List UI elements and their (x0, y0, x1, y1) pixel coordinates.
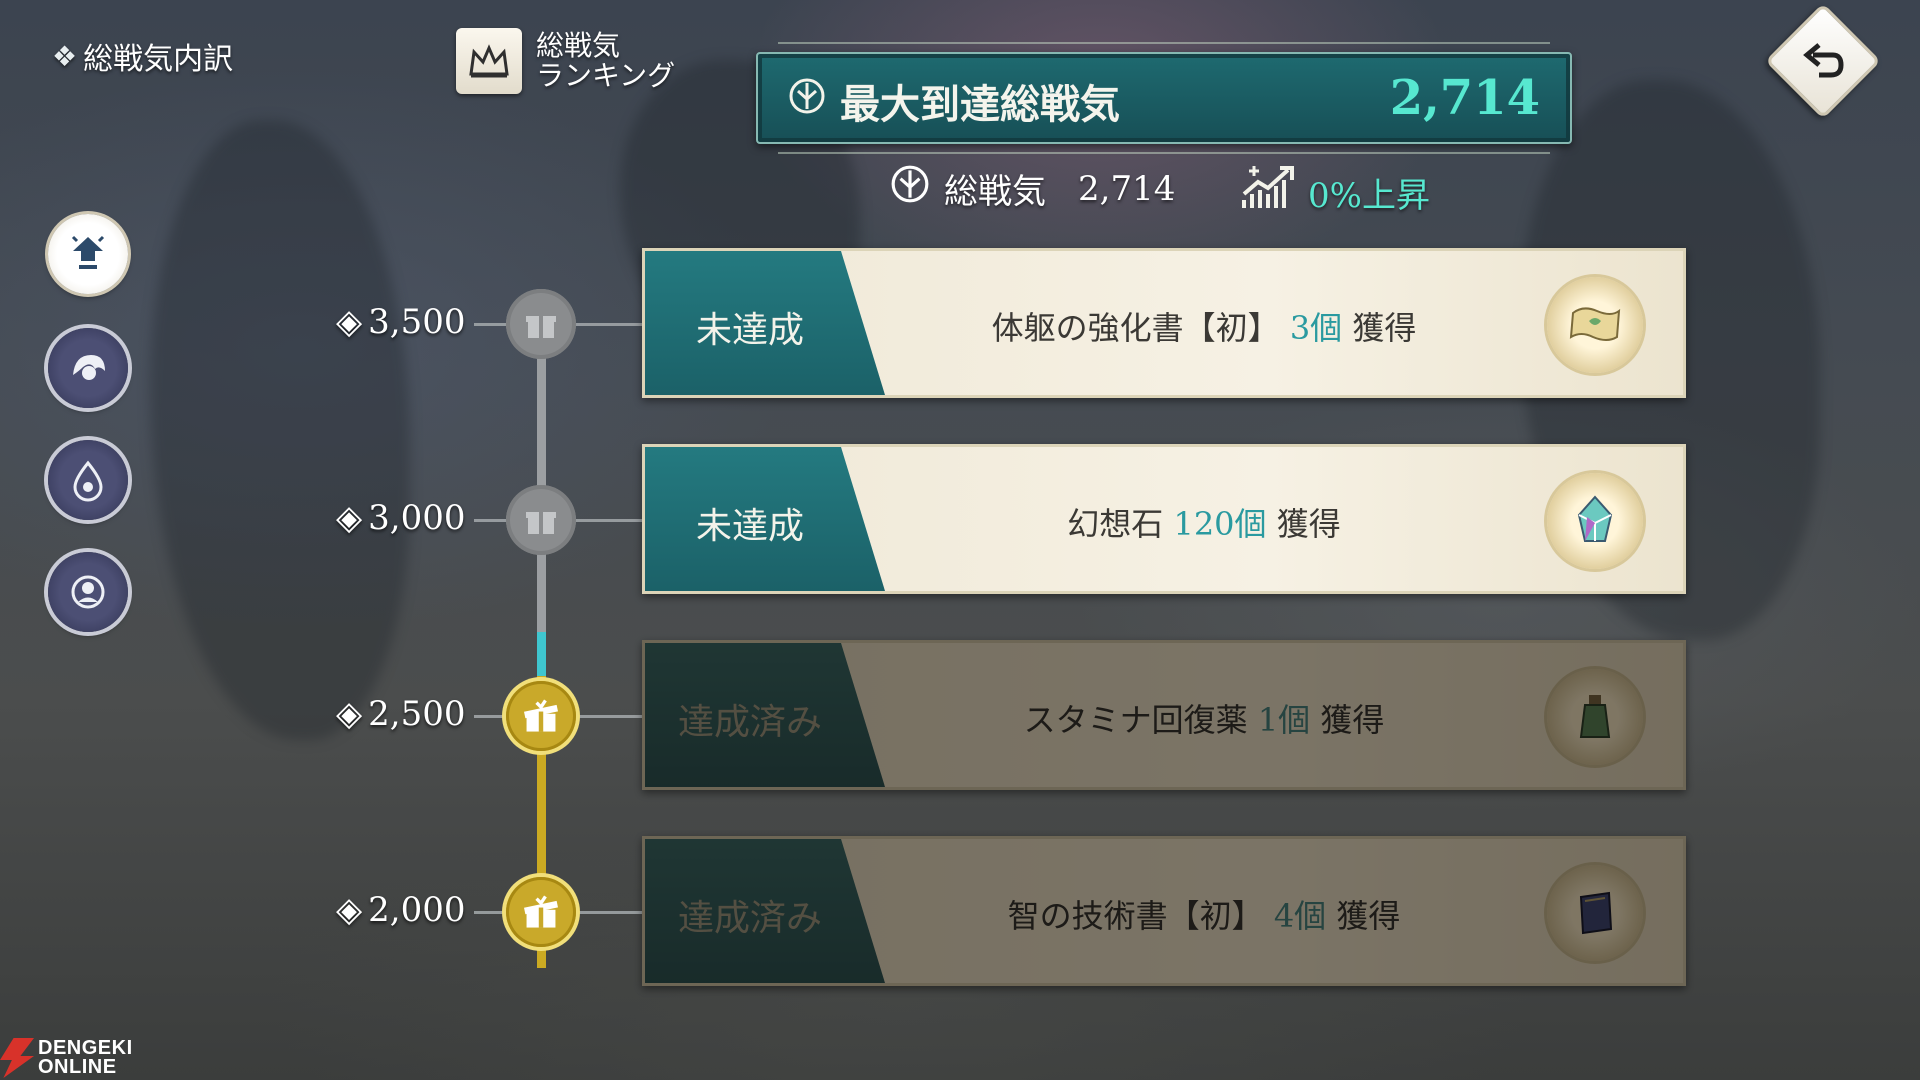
banner-value: 2,714 (1389, 70, 1540, 126)
side-nav-element[interactable] (48, 440, 128, 520)
background-rock (150, 120, 410, 740)
reward-quantity: 3個 (1289, 309, 1343, 347)
side-nav-skill-up[interactable] (48, 214, 128, 294)
total-power-label: 総戦気 (944, 172, 1046, 212)
total-power-value: 2,714 (1078, 168, 1176, 209)
power-crest-icon: ◈ (336, 498, 363, 538)
scroll-icon (1569, 307, 1621, 341)
dengeki-online-logo: DENGEKI ONLINE (0, 1038, 133, 1078)
power-crest-icon: ◈ (336, 694, 363, 734)
threshold-label: ◈ 3,500 (336, 302, 466, 342)
breakdown-label: 総戦気内訳 (83, 42, 234, 77)
banner-label: 最大到達総戦気 (840, 81, 1120, 128)
status-label: 未達成 (695, 506, 804, 547)
lightning-icon (0, 1038, 34, 1078)
crest-icon: ❖ (52, 39, 78, 73)
reward-name: 智の技術書【初】 (1007, 897, 1264, 935)
reward-description: スタミナ回復薬 1個 獲得 (885, 695, 1523, 741)
reward-item-slot[interactable] (1547, 277, 1643, 373)
timeline-track-locked (537, 322, 546, 632)
reward-description: 幻想石 120個 獲得 (885, 499, 1523, 545)
status-label: 達成済み (677, 898, 822, 939)
skill-up-icon (71, 235, 105, 269)
gift-icon (526, 316, 556, 338)
back-button[interactable] (1765, 3, 1881, 119)
logo-line2: ONLINE (38, 1056, 117, 1078)
open-gift-icon (524, 895, 558, 928)
threshold-label: ◈ 2,500 (336, 694, 466, 734)
status-label: 達成済み (677, 702, 822, 743)
reward-card[interactable]: 未達成 体躯の強化書【初】 3個 獲得 (642, 248, 1686, 398)
reward-quantity: 1個 (1257, 701, 1311, 739)
return-arrow-icon (1803, 43, 1844, 78)
reward-name: 体躯の強化書【初】 (991, 309, 1280, 347)
element-drop-icon (73, 460, 103, 502)
reward-description: 体躯の強化書【初】 3個 獲得 (885, 303, 1523, 349)
threshold-value: 3,500 (368, 302, 466, 342)
reward-quantity: 120個 (1173, 505, 1267, 543)
threshold-value: 2,500 (368, 694, 466, 734)
side-nav-profile[interactable] (48, 552, 128, 632)
threshold-label: ◈ 3,000 (336, 498, 466, 538)
trend-up-icon (1240, 164, 1296, 221)
reward-node-achieved[interactable] (506, 877, 576, 947)
threshold-value: 3,000 (368, 498, 466, 538)
reward-node-locked (506, 485, 576, 555)
power-crest-icon: ◈ (336, 890, 363, 930)
reward-card[interactable]: 達成済み スタミナ回復薬 1個 獲得 (642, 640, 1686, 790)
crown-icon (456, 28, 522, 94)
reward-item-slot[interactable] (1547, 473, 1643, 569)
reward-name: 幻想石 (1067, 505, 1164, 543)
reward-name: スタミナ回復薬 (1023, 701, 1248, 739)
reward-item-slot[interactable] (1547, 865, 1643, 961)
max-total-banner: 最大到達総戦気 2,714 (756, 42, 1572, 154)
threshold-label: ◈ 2,000 (336, 890, 466, 930)
reward-description: 智の技術書【初】 4個 獲得 (885, 891, 1523, 937)
book-icon (1579, 891, 1613, 935)
reward-obtain: 獲得 (1276, 505, 1341, 543)
breakdown-header[interactable]: ❖ 総戦気内訳 (52, 34, 233, 78)
reward-obtain: 獲得 (1336, 897, 1401, 935)
reward-quantity: 4個 (1273, 897, 1327, 935)
rise-text: 0%上昇 (1308, 176, 1430, 216)
side-nav-character[interactable] (48, 328, 128, 408)
reward-card[interactable]: 未達成 幻想石 120個 獲得 (642, 444, 1686, 594)
power-crest-icon (890, 164, 930, 213)
crystal-icon (1577, 495, 1613, 542)
threshold-value: 2,000 (368, 890, 466, 930)
power-crest-icon (788, 77, 826, 125)
profile-icon (71, 575, 105, 609)
ranking-label-line2: ランキング (536, 59, 676, 92)
timeline-progress (537, 632, 546, 676)
reward-item-slot[interactable] (1547, 669, 1643, 765)
reward-obtain: 獲得 (1352, 309, 1417, 347)
reward-node-achieved[interactable] (506, 681, 576, 751)
open-gift-icon (524, 699, 558, 732)
ranking-label-line1: 総戦気 (536, 29, 621, 62)
reward-node-locked (506, 289, 576, 359)
reward-obtain: 獲得 (1320, 701, 1385, 739)
reward-card[interactable]: 達成済み 智の技術書【初】 4個 獲得 (642, 836, 1686, 986)
rise-indicator: 0%上昇 (1240, 164, 1430, 221)
gift-icon (526, 512, 556, 534)
total-power-summary: 総戦気 2,714 (890, 164, 1175, 213)
status-label: 未達成 (695, 310, 804, 351)
ranking-button[interactable]: 総戦気 ランキング (456, 28, 675, 94)
character-icon (73, 355, 105, 380)
power-crest-icon: ◈ (336, 302, 363, 342)
potion-icon (1579, 695, 1611, 738)
